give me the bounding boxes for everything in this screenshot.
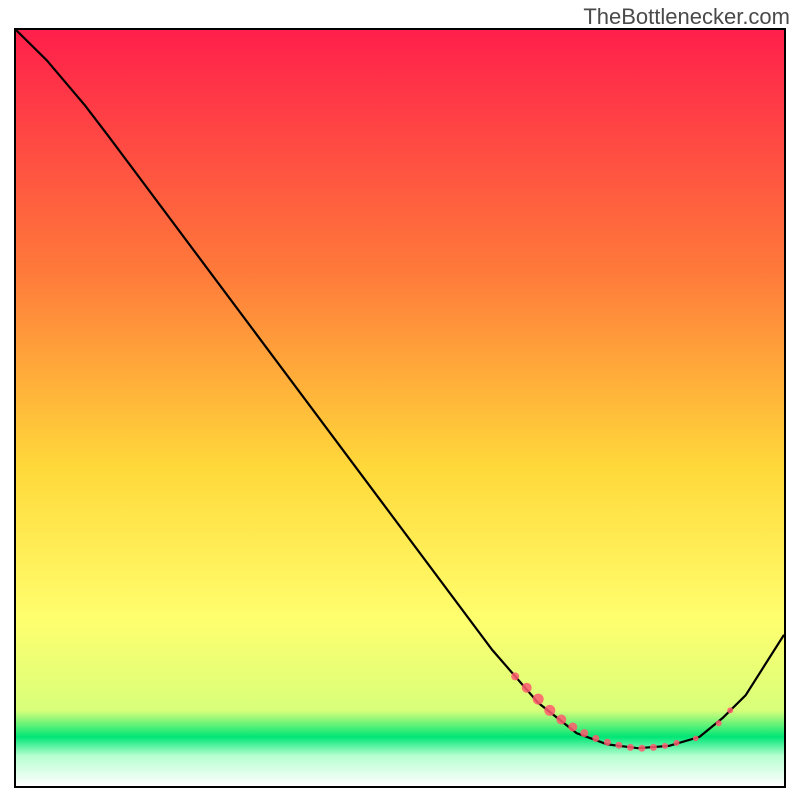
marker-dot <box>511 672 519 680</box>
marker-dot <box>662 743 668 749</box>
marker-dot <box>580 729 588 737</box>
watermark-text: TheBottleneсker.com <box>583 4 790 30</box>
marker-dot <box>650 744 657 751</box>
chart-container: TheBottleneсker.com <box>0 0 800 800</box>
marker-dot <box>556 715 566 725</box>
plot-area <box>14 28 786 788</box>
gradient-background <box>16 30 784 786</box>
marker-dot <box>568 723 577 732</box>
chart-svg <box>16 30 784 786</box>
marker-dot <box>604 739 611 746</box>
marker-dot <box>544 705 555 716</box>
marker-dot <box>674 740 680 746</box>
marker-dot <box>727 707 733 713</box>
marker-dot <box>638 745 645 752</box>
marker-dot <box>693 736 699 742</box>
marker-dot <box>592 735 599 742</box>
marker-dot <box>533 694 544 705</box>
marker-dot <box>615 742 622 749</box>
marker-dot <box>627 744 634 751</box>
marker-dot <box>522 683 532 693</box>
marker-dot <box>716 720 722 726</box>
